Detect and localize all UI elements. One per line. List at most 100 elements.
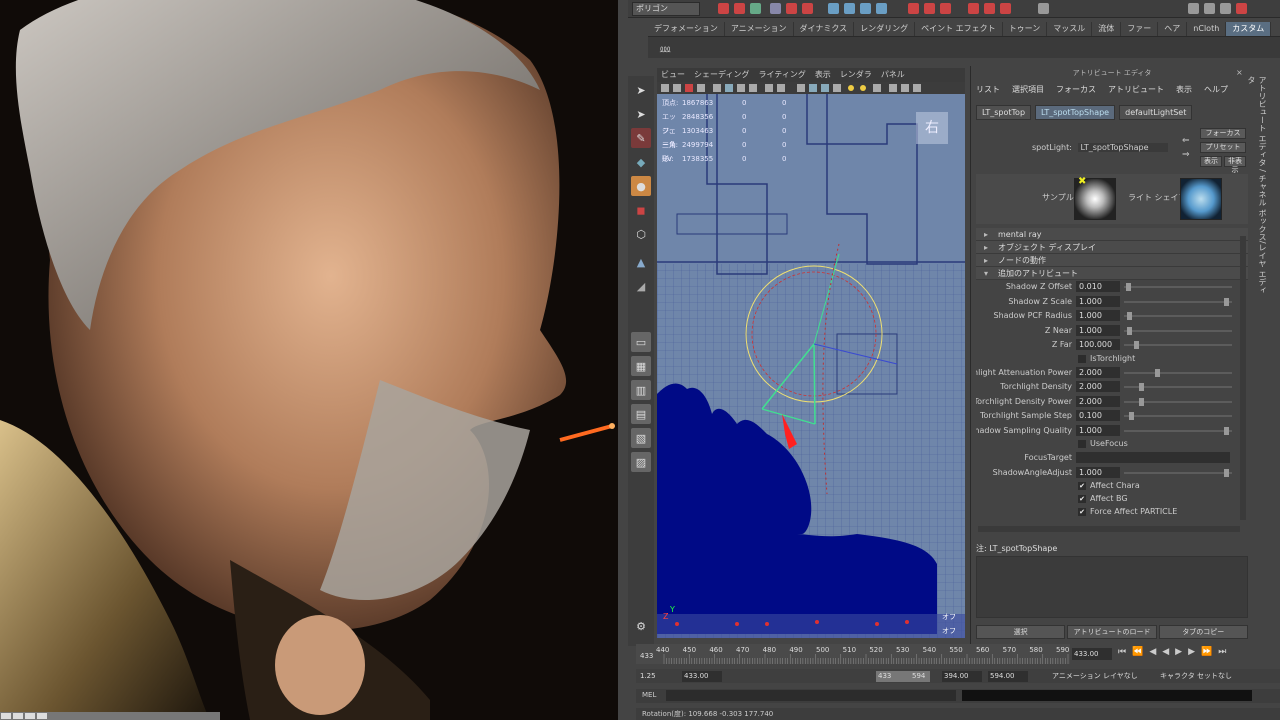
shelf-tab[interactable]: デフォメーション — [648, 22, 725, 36]
viewport-menu-item[interactable]: パネル — [881, 68, 905, 82]
snap-curve-icon[interactable] — [844, 3, 855, 14]
shelf-tab[interactable]: レンダリング — [854, 22, 916, 36]
go-to-start-icon[interactable]: ⏮ — [1118, 647, 1126, 657]
show-button[interactable]: 表示 — [1200, 156, 1222, 167]
shelf-tab[interactable]: ヘア — [1158, 22, 1188, 36]
attr-value-field[interactable]: 100.000 — [1076, 339, 1120, 350]
shelf-tab[interactable]: トゥーン — [1003, 22, 1048, 36]
checkbox-row[interactable]: ✔ Affect BG — [976, 493, 1248, 506]
load-attributes-button[interactable]: アトリビュートのロード — [1067, 625, 1157, 639]
ae-menu-item[interactable]: 選択項目 — [1012, 84, 1044, 95]
render-taskbar-icon[interactable] — [1, 713, 11, 719]
section-header[interactable]: ノードの動作 — [976, 254, 1248, 267]
rotate-tool-icon[interactable]: ● — [631, 176, 651, 196]
range-start-field[interactable]: 1.25 — [638, 671, 672, 682]
go-to-end-icon[interactable]: ⏭ — [1218, 647, 1226, 657]
checkbox[interactable]: ✔ — [1078, 508, 1086, 516]
lasso-tool-icon[interactable]: ➤ — [631, 104, 651, 124]
layout-single-icon[interactable]: ▭ — [631, 332, 651, 352]
move-tool-icon[interactable]: ◆ — [631, 152, 651, 172]
checkbox-row[interactable]: UseFocus — [976, 438, 1248, 451]
viewport-scene[interactable]: Y Z — [657, 94, 965, 638]
attr-value-field[interactable]: 1.000 — [1076, 424, 1120, 436]
shelf-tab-custom[interactable]: カスタム — [1226, 22, 1272, 36]
new-scene-icon[interactable] — [718, 3, 729, 14]
copy-tab-button[interactable]: タブのコピー — [1158, 625, 1248, 639]
ae-menu-item[interactable]: 表示 — [1176, 84, 1192, 95]
last-tool-icon[interactable]: ▲ — [631, 252, 651, 272]
select-tool-icon[interactable]: ➤ — [631, 80, 651, 100]
toggle-panel-icon[interactable] — [1188, 3, 1199, 14]
menuset-dropdown[interactable]: ポリゴン — [632, 2, 700, 16]
shelf-item-icon[interactable]: ⅏ — [660, 41, 670, 55]
attr-value-field[interactable]: 1.000 — [1076, 466, 1120, 478]
range-end-field[interactable]: 594.00 — [988, 671, 1028, 682]
command-input[interactable] — [666, 690, 956, 701]
shelf-tab[interactable]: アニメーション — [725, 22, 794, 36]
step-back-icon[interactable]: ◀ — [1149, 647, 1156, 657]
checkbox[interactable] — [1078, 354, 1086, 363]
slider-knob[interactable] — [1126, 283, 1132, 291]
layout-outliner-icon[interactable]: ▤ — [631, 404, 651, 424]
layout-hypershade-icon[interactable]: ▨ — [631, 452, 651, 472]
attr-slider[interactable] — [1124, 283, 1232, 291]
attribute-scrollbar[interactable] — [1240, 236, 1246, 520]
character-set-dropdown[interactable]: キャラクタ セットなし — [1158, 671, 1258, 682]
slider-knob[interactable] — [1134, 341, 1140, 349]
anim-layer-dropdown[interactable]: アニメーション レイヤなし — [1050, 671, 1154, 682]
attr-value-field[interactable]: 2.000 — [1076, 395, 1120, 407]
section-header[interactable]: mental ray — [976, 228, 1248, 241]
node-name-field[interactable]: LT_spotTopShape — [1078, 143, 1169, 152]
view-cube-label[interactable]: 右 — [916, 112, 948, 144]
attr-value-field[interactable]: 0.100 — [1076, 410, 1120, 421]
select-node-icon[interactable]: ⇐ — [1182, 136, 1190, 146]
attr-slider[interactable] — [1124, 297, 1232, 306]
viewport-menu-item[interactable]: シェーディング — [694, 68, 749, 82]
slider-knob[interactable] — [1154, 368, 1160, 377]
hide-button[interactable]: 非表示 — [1224, 156, 1246, 174]
attr-slider[interactable] — [1124, 341, 1232, 349]
snap-grid-icon[interactable] — [828, 3, 839, 14]
render-settings-icon[interactable] — [1000, 3, 1011, 14]
scale-tool-icon[interactable]: ◼ — [631, 200, 651, 220]
layout-side-icon[interactable]: ▥ — [631, 380, 651, 400]
output-ops-icon[interactable] — [940, 3, 951, 14]
attr-slider[interactable] — [1124, 412, 1232, 420]
shelf-tab[interactable]: nCloth — [1187, 22, 1227, 36]
layout-four-icon[interactable]: ▦ — [631, 356, 651, 376]
shelf-tab[interactable]: 流体 — [1092, 22, 1122, 36]
viewport-panel[interactable]: Y Z — [657, 94, 965, 638]
time-slider-ticks[interactable]: 440 450 460 470 480 490 500 510 520 530 540 550 560 5… — [636, 644, 1070, 664]
soft-mod-icon[interactable]: ◢ — [631, 276, 651, 296]
horizontal-scrollbar[interactable] — [978, 526, 1240, 532]
render-taskbar-icon[interactable] — [25, 713, 35, 719]
shelf-tab[interactable]: マッスル — [1047, 22, 1093, 36]
notes-field[interactable] — [976, 556, 1248, 618]
history-icon[interactable] — [908, 3, 919, 14]
viewport-menu-item[interactable]: レンダラ — [840, 68, 872, 82]
input-ops-icon[interactable] — [924, 3, 935, 14]
manipulator-icon[interactable]: ⬡ — [631, 224, 651, 244]
section-header-open[interactable]: 追加のアトリビュート — [976, 267, 1248, 280]
side-panel-tabs[interactable]: アトリビュート エディタ / チャネル ボックス/レイヤ エディタ — [1247, 76, 1268, 296]
section-header[interactable]: オブジェクト ディスプレイ — [976, 241, 1248, 254]
render-taskbar-icon[interactable] — [37, 713, 47, 719]
ae-menu-item[interactable]: リスト — [976, 84, 1000, 95]
layout-graph-icon[interactable]: ▧ — [631, 428, 651, 448]
play-forward-icon[interactable]: ▶ — [1175, 647, 1182, 657]
attr-slider[interactable] — [1124, 397, 1232, 406]
select-node-icon[interactable]: ⇒ — [1182, 150, 1190, 160]
focus-target-field[interactable] — [1076, 452, 1230, 463]
checkbox[interactable]: ✔ — [1078, 482, 1086, 490]
shelf-tab[interactable]: ファー — [1121, 22, 1159, 36]
viewport-menu-item[interactable]: ライティング — [758, 68, 805, 82]
viewport-toolbar-icons[interactable] — [657, 82, 965, 94]
attr-slider[interactable] — [1124, 383, 1232, 391]
viewport-menu-item[interactable]: ビュー — [661, 68, 685, 82]
checkbox-row[interactable]: IsTorchlight — [976, 353, 1248, 366]
slider-knob[interactable] — [1129, 412, 1135, 420]
save-scene-icon[interactable] — [750, 3, 761, 14]
range-slider-end[interactable]: 594 — [910, 671, 930, 682]
render-frame-icon[interactable] — [968, 3, 979, 14]
step-back-key-icon[interactable]: ⏪ — [1132, 647, 1143, 657]
